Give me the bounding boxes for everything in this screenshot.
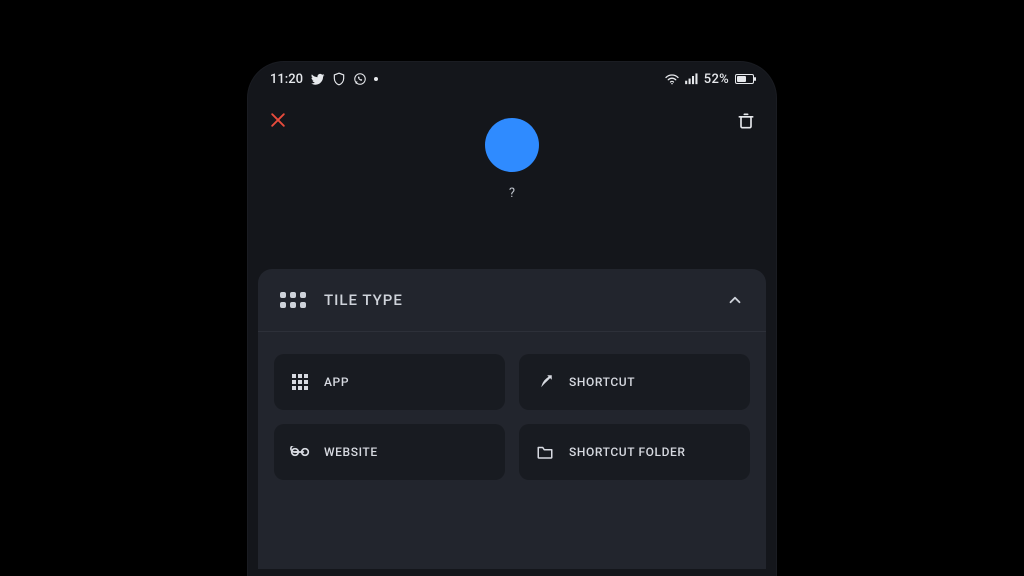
wifi-icon (664, 73, 680, 85)
status-time: 11:20 (270, 72, 303, 87)
status-bar-right: 52% (664, 72, 754, 87)
tile-preview-label: ? (509, 186, 515, 201)
battery-percent: 52% (704, 72, 729, 87)
tile-preview-circle-icon[interactable] (485, 118, 539, 172)
link-icon (290, 446, 310, 458)
folder-icon (535, 444, 555, 460)
shortcut-arrow-icon (535, 373, 555, 391)
tile-type-options: APP SHORTCUT WEBSITE SHORTCUT FOLDER (274, 354, 750, 480)
tile-type-panel: TILE TYPE APP SHORTCUT (258, 269, 766, 569)
option-shortcut-label: SHORTCUT (569, 375, 635, 389)
tile-type-title: TILE TYPE (324, 291, 403, 309)
notification-dot-icon (374, 77, 378, 81)
status-bar-left: 11:20 (270, 72, 378, 87)
option-website[interactable]: WEBSITE (274, 424, 505, 480)
option-shortcut-folder[interactable]: SHORTCUT FOLDER (519, 424, 750, 480)
cell-signal-icon (685, 73, 699, 85)
option-website-label: WEBSITE (324, 445, 378, 459)
panel-divider (258, 331, 766, 332)
app-grid-icon (290, 374, 310, 390)
status-bar: 11:20 52% (248, 62, 776, 96)
phone-frame: 11:20 52% (248, 62, 776, 576)
battery-icon (734, 74, 754, 84)
option-shortcut[interactable]: SHORTCUT (519, 354, 750, 410)
option-app-label: APP (324, 375, 349, 389)
tile-type-header[interactable]: TILE TYPE (274, 269, 750, 331)
tile-type-grid-icon (280, 292, 306, 308)
whatsapp-icon (353, 72, 367, 86)
option-app[interactable]: APP (274, 354, 505, 410)
shield-icon (332, 72, 346, 86)
option-shortcut-folder-label: SHORTCUT FOLDER (569, 445, 686, 459)
tile-preview: ? (248, 118, 776, 201)
twitter-icon (310, 72, 325, 87)
chevron-up-icon (726, 291, 744, 309)
